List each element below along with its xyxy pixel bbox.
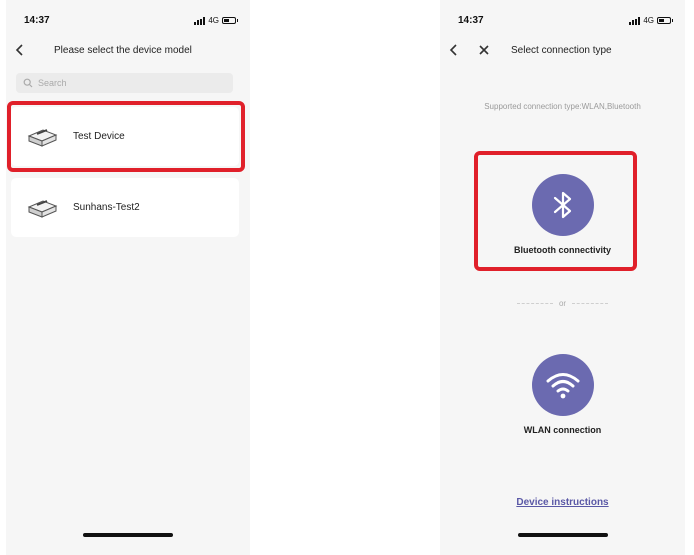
search-input[interactable] xyxy=(38,78,218,88)
back-icon[interactable] xyxy=(446,42,462,58)
wlan-option[interactable]: WLAN connection xyxy=(440,354,685,435)
signal-icon xyxy=(194,16,206,25)
wifi-icon xyxy=(531,354,594,416)
nav-bar: Select connection type xyxy=(440,38,685,64)
close-icon[interactable] xyxy=(476,42,492,58)
selection-highlight xyxy=(474,151,637,271)
status-bar: 14:37 4G xyxy=(440,15,685,29)
page-title: Select connection type xyxy=(511,45,612,56)
or-divider: or xyxy=(440,299,685,308)
device-model-screen: 14:37 4G Please select the device model … xyxy=(6,0,250,555)
status-time: 14:37 xyxy=(24,15,50,26)
device-name: Sunhans-Test2 xyxy=(73,202,140,213)
option-label: WLAN connection xyxy=(523,425,602,435)
signal-icon xyxy=(629,16,641,25)
device-item-sunhans-test2[interactable]: Sunhans-Test2 xyxy=(11,178,239,237)
search-icon xyxy=(23,78,33,88)
supported-connection-text: Supported connection type:WLAN,Bluetooth xyxy=(484,102,641,111)
device-instructions-link[interactable]: Device instructions xyxy=(440,497,685,508)
status-bar: 14:37 4G xyxy=(6,15,250,29)
battery-icon xyxy=(222,17,238,24)
back-icon[interactable] xyxy=(12,42,28,58)
home-indicator xyxy=(83,533,173,537)
home-indicator xyxy=(517,533,608,537)
selection-highlight xyxy=(7,101,245,172)
status-time: 14:37 xyxy=(458,15,484,26)
divider-text: or xyxy=(558,299,567,308)
connection-type-screen: 14:37 4G Select connection type Supporte… xyxy=(440,0,685,555)
search-bar[interactable] xyxy=(16,73,233,93)
network-label: 4G xyxy=(643,16,654,25)
network-label: 4G xyxy=(208,16,219,25)
nav-bar: Please select the device model xyxy=(6,38,250,64)
page-title: Please select the device model xyxy=(54,45,192,56)
battery-icon xyxy=(657,17,673,24)
printer-icon xyxy=(27,199,58,218)
